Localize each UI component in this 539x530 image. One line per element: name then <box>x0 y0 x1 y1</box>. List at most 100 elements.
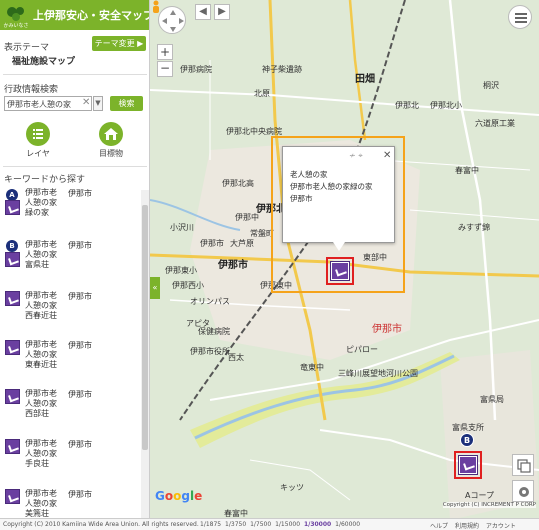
scale-selector: 1/1875 1/3750 1/7500 1/15000 1/30000 1/6… <box>200 521 362 528</box>
list-item[interactable]: B 伊那市老 人憩の家 富県荘 伊那市 <box>0 238 140 288</box>
map-label: 伊那病院 <box>180 65 212 74</box>
map-label: 北原 <box>254 89 270 98</box>
scale-option[interactable]: 1/15000 <box>275 521 300 528</box>
layers-icon <box>517 459 531 473</box>
map-label: 伊那市 <box>200 239 224 248</box>
settings-button[interactable] <box>512 480 534 502</box>
map-copyright: Copyright (C) INCREMENT P CORP <box>442 502 536 508</box>
list-item-city: 伊那市 <box>68 189 92 198</box>
theme-name: 福祉施設マップ <box>12 57 76 67</box>
scale-option[interactable]: 1/3750 <box>225 521 246 528</box>
keyword-result-list: A 伊那市老 人憩の家 緑の家 伊那市 B 伊那市老 人憩の家 富県荘 伊那市 伊那市老… <box>0 185 140 530</box>
menu-button[interactable] <box>508 5 532 29</box>
search-button[interactable]: 検索 <box>110 96 143 111</box>
chevron-down-icon[interactable]: ▼ <box>93 96 103 111</box>
facility-icon <box>5 389 20 404</box>
divider <box>3 74 147 75</box>
map-label: 神子柴遺跡 <box>262 65 302 74</box>
facility-icon <box>5 439 20 454</box>
map-label: 春富中 <box>455 166 479 175</box>
list-item[interactable]: 伊那市老 人憩の家 手良荘 伊那市 <box>0 436 140 486</box>
keyword-label: キーワードから探す <box>4 175 86 185</box>
map-label: 西太 <box>228 353 244 362</box>
list-item-city: 伊那市 <box>68 440 92 449</box>
back-button[interactable]: ◀ <box>195 4 211 20</box>
layer-switch-button[interactable] <box>512 454 534 476</box>
list-icon <box>33 129 43 139</box>
scale-option[interactable]: 1/7500 <box>250 521 271 528</box>
admin-search-input[interactable] <box>7 98 77 110</box>
list-item-city: 伊那市 <box>68 390 92 399</box>
map-label: 富県局 <box>480 395 504 404</box>
map-label: Aコープ <box>465 491 494 500</box>
info-popup: ≁ ⌖ ✕ 老人憩の家 伊那市老人憩の家緑の家 伊那市 <box>282 146 395 243</box>
sidebar-scrollbar-thumb[interactable] <box>142 205 148 450</box>
map-label: 六道原工業 <box>475 119 515 128</box>
list-item[interactable]: 伊那市老 人憩の家 東春近荘 伊那市 <box>0 337 140 387</box>
map-label: 大芦原 <box>230 239 254 248</box>
zoom-in-button[interactable]: + <box>157 44 173 60</box>
list-item-city: 伊那市 <box>68 292 92 301</box>
site-copyright: Copyright (C) 2010 Kamiina Wide Area Uni… <box>3 521 199 528</box>
facility-icon <box>5 489 20 504</box>
list-item-name: 伊那市老 人憩の家 美篶荘 <box>25 489 57 518</box>
popup-category: 老人憩の家 <box>290 170 328 179</box>
list-item-city: 伊那市 <box>68 241 92 250</box>
pegman-icon[interactable] <box>150 0 162 16</box>
layer-button[interactable] <box>26 122 50 146</box>
divider <box>3 166 147 167</box>
footer-links: ヘルプ 利用規約 アカウント <box>430 521 521 530</box>
facility-icon <box>5 252 20 267</box>
scale-option[interactable]: 1/1875 <box>200 521 221 528</box>
logo-text: かみいなさんかく <box>3 23 29 36</box>
clear-icon[interactable]: ✕ <box>82 97 90 108</box>
theme-change-button[interactable]: テーマ変更 ▶ <box>92 36 146 51</box>
map-label: みすず錦 <box>458 223 490 232</box>
list-item-name: 伊那市老 人憩の家 手良荘 <box>25 439 57 468</box>
facility-icon <box>5 340 20 355</box>
list-item[interactable]: A 伊那市老 人憩の家 緑の家 伊那市 <box>0 185 140 235</box>
terms-link[interactable]: 利用規約 <box>455 523 479 530</box>
app-title: 上伊那安心・安全マップ <box>33 9 150 22</box>
selected-marker-frame <box>454 451 482 479</box>
admin-search-box: ✕ <box>4 96 92 111</box>
list-item-name: 伊那市老 人憩の家 緑の家 <box>25 188 57 217</box>
popup-tools-icon[interactable]: ≁ ⌖ <box>349 151 363 161</box>
map-label: 伊那市 <box>372 324 402 335</box>
compass-icon <box>162 10 184 32</box>
side-panel: かみいなさんかく 上伊那安心・安全マップ 表示テーマ テーマ変更 ▶ 福祉施設マ… <box>0 0 150 530</box>
admin-search-label: 行政情報検索 <box>4 85 59 95</box>
list-item[interactable]: 伊那市老 人憩の家 西春近荘 伊那市 <box>0 288 140 338</box>
account-link[interactable]: アカウント <box>486 523 516 530</box>
home-icon <box>104 128 118 140</box>
pan-control[interactable] <box>158 6 186 34</box>
forward-button[interactable]: ▶ <box>214 4 230 20</box>
map-view[interactable]: 伊那病院 神子柴遺跡 田畑 北原 伊那北中央病院 伊那北 伊那北高 小沢川 伊那… <box>150 0 539 530</box>
help-link[interactable]: ヘルプ <box>430 523 448 530</box>
gear-icon <box>519 487 529 497</box>
theme-label: 表示テーマ <box>4 43 50 53</box>
layer-label: レイヤ <box>26 149 50 158</box>
panel-collapse-tab[interactable]: « <box>150 277 160 299</box>
close-icon[interactable]: ✕ <box>383 150 391 161</box>
map-label: 伊那西小 <box>172 281 204 290</box>
map-label: 伊那市 <box>218 260 248 271</box>
popup-facility-name: 伊那市老人憩の家緑の家 <box>290 182 373 191</box>
scale-option[interactable]: 1/60000 <box>335 521 360 528</box>
list-item[interactable]: 伊那市老 人憩の家 西部荘 伊那市 <box>0 386 140 436</box>
marker-b-icon[interactable]: B <box>460 433 474 447</box>
map-label: 伊那北小 <box>430 101 462 110</box>
app-banner: かみいなさんかく 上伊那安心・安全マップ <box>0 0 150 36</box>
map-label: 小沢川 <box>170 223 194 232</box>
status-bar: Copyright (C) 2010 Kamiina Wide Area Uni… <box>0 518 539 530</box>
zoom-out-button[interactable]: − <box>157 61 173 77</box>
list-item-name: 伊那市老 人憩の家 西春近荘 <box>25 291 57 320</box>
map-label: キッツ <box>280 483 304 492</box>
map-label: 伊那東小 <box>165 266 197 275</box>
popup-tail <box>333 242 345 251</box>
facility-icon <box>5 200 20 215</box>
scale-option-active[interactable]: 1/30000 <box>304 521 331 528</box>
landmark-button[interactable] <box>99 122 123 146</box>
map-label: 保健病院 <box>198 327 230 336</box>
map-label: オリンパス <box>190 297 230 306</box>
